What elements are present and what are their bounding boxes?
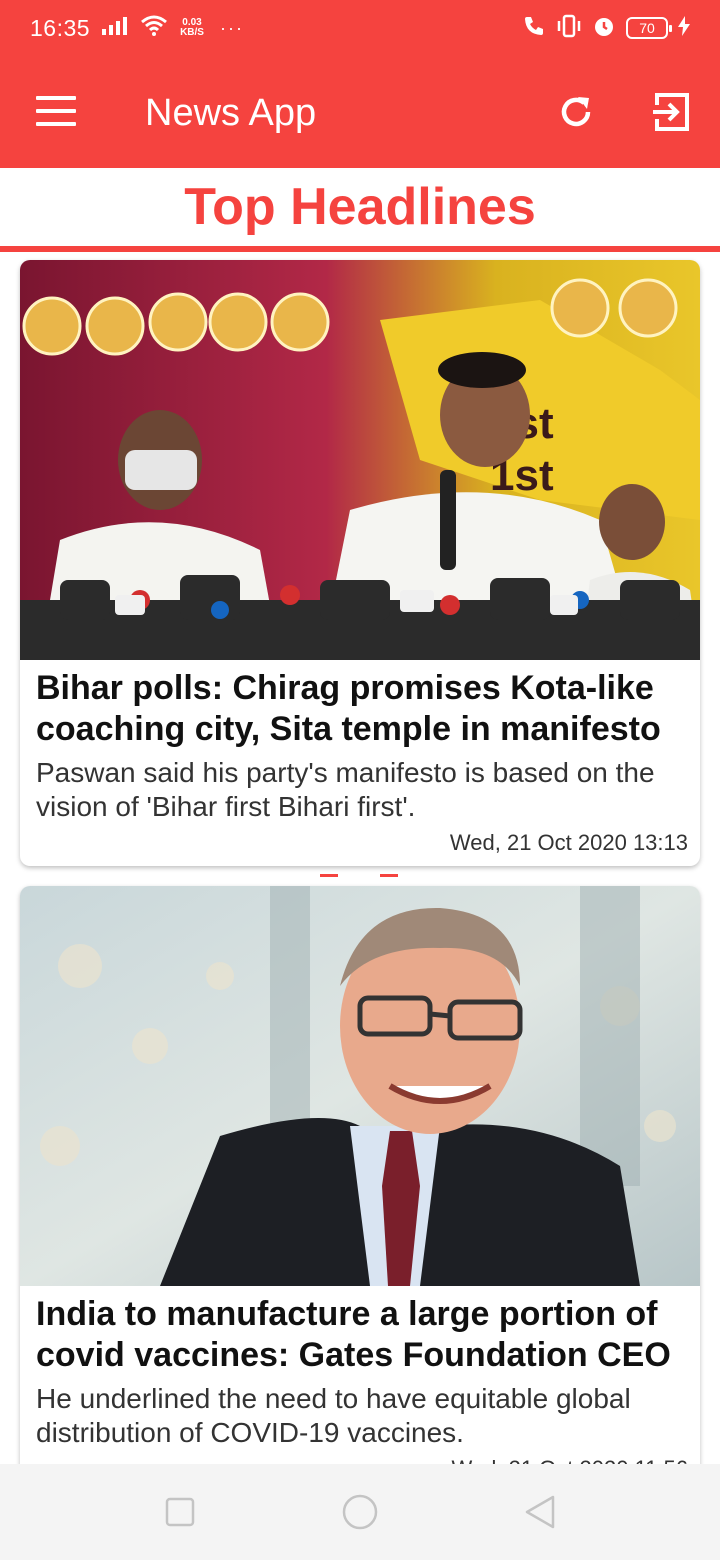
back-icon[interactable]	[520, 1492, 560, 1532]
call-icon	[522, 14, 546, 43]
app-title: News App	[145, 92, 317, 134]
charging-icon	[678, 15, 690, 41]
news-card[interactable]: India to manufacture a large portion of …	[20, 886, 700, 1464]
app-bar: News App	[0, 56, 720, 168]
news-description: Paswan said his party's manifesto is bas…	[36, 757, 655, 822]
status-left: 16:35 0.03 KB/S ···	[30, 15, 244, 42]
status-bar: 16:35 0.03 KB/S ··· 70	[0, 0, 720, 56]
logout-icon[interactable]	[648, 88, 696, 136]
status-right: 70	[522, 14, 690, 43]
news-date: Wed, 21 Oct 2020 13:13	[449, 830, 688, 855]
news-card[interactable]: 1st 1st	[20, 260, 700, 866]
vibrate-icon	[556, 14, 582, 43]
news-description: He underlined the need to have equitable…	[36, 1383, 631, 1448]
menu-icon[interactable]	[36, 96, 76, 128]
battery-icon: 70	[626, 17, 672, 39]
system-nav-bar	[0, 1464, 720, 1560]
section-title: Top Headlines	[184, 178, 536, 236]
news-title[interactable]: Bihar polls: Chirag promises Kota-like c…	[20, 660, 700, 750]
news-image: 1st 1st	[20, 260, 700, 660]
news-date: Wed, 21 Oct 2020 11:56	[20, 1450, 700, 1464]
speed-unit: KB/S	[180, 27, 204, 38]
section-header: Top Headlines	[0, 168, 720, 252]
news-feed[interactable]: 1st 1st	[0, 252, 720, 1464]
news-image	[20, 886, 700, 1286]
signal-icon	[102, 16, 128, 40]
battery-level: 70	[639, 20, 655, 36]
alarm-icon	[592, 14, 616, 43]
scroll-indicator	[320, 874, 400, 878]
news-title[interactable]: India to manufacture a large portion of …	[20, 1286, 700, 1376]
wifi-icon	[140, 15, 168, 42]
recents-icon[interactable]	[160, 1492, 200, 1532]
home-icon[interactable]	[340, 1492, 380, 1532]
network-speed: 0.03 KB/S	[180, 18, 204, 38]
refresh-icon[interactable]	[552, 88, 600, 136]
more-icon: ···	[219, 17, 244, 38]
status-time: 16:35	[30, 14, 91, 41]
